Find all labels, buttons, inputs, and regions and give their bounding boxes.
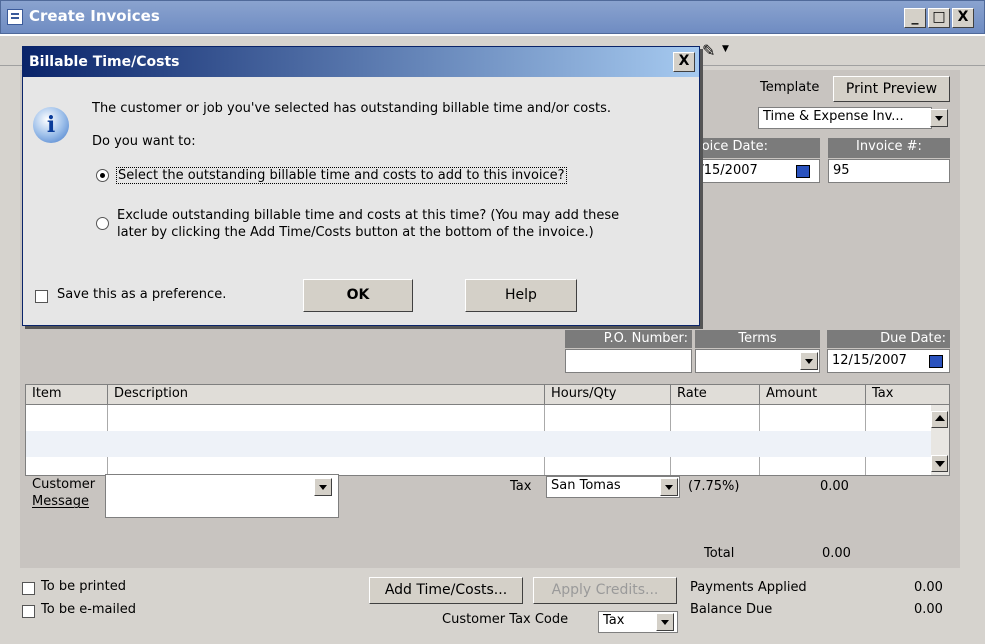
terms-label: Terms: [695, 330, 820, 348]
invoice-number-field[interactable]: 95: [828, 159, 950, 183]
payments-applied-value: 0.00: [914, 580, 943, 595]
help-button[interactable]: Help: [465, 279, 577, 312]
toolbar-tool-icon[interactable]: ✎: [702, 41, 715, 60]
calendar-icon[interactable]: [796, 165, 810, 178]
toolbar-dropdown-icon[interactable]: ▼: [722, 44, 729, 54]
po-number-label: P.O. Number:: [565, 330, 692, 348]
info-icon: i: [33, 107, 69, 143]
column-header-item[interactable]: Item: [26, 385, 108, 405]
tax-rate: (7.75%): [688, 479, 740, 494]
maximize-button[interactable]: □: [928, 8, 950, 28]
column-header-hours-qty[interactable]: Hours/Qty: [545, 385, 671, 405]
po-number-field[interactable]: [565, 349, 692, 373]
grid-scrollbar[interactable]: [931, 405, 949, 475]
template-dropdown-icon[interactable]: [930, 109, 948, 127]
tax-item-dropdown-icon[interactable]: [660, 478, 678, 496]
option-select-label[interactable]: Select the outstanding billable time and…: [116, 167, 567, 184]
tax-amount: 0.00: [820, 479, 849, 494]
customer-tax-code-dropdown-icon[interactable]: [656, 613, 674, 631]
balance-due-value: 0.00: [914, 602, 943, 617]
line-items-table[interactable]: Item Description Hours/Qty Rate Amount T…: [25, 384, 950, 476]
option-select-radio[interactable]: [96, 169, 109, 182]
customer-message-label: Customer Message: [32, 476, 95, 510]
column-header-tax[interactable]: Tax: [866, 385, 949, 405]
total-value: 0.00: [822, 546, 851, 561]
add-time-costs-button[interactable]: Add Time/Costs...: [369, 577, 523, 604]
template-label: Template: [760, 80, 820, 95]
to-be-printed-label: To be printed: [41, 579, 126, 594]
dialog-close-button[interactable]: X: [673, 52, 695, 72]
minimize-button[interactable]: _: [904, 8, 926, 28]
dialog-message: The customer or job you've selected has …: [92, 101, 611, 116]
payments-applied-label: Payments Applied: [690, 580, 807, 595]
table-row-alt[interactable]: [26, 431, 931, 457]
billable-time-costs-dialog: Billable Time/Costs X i The customer or …: [22, 46, 700, 326]
window-titlebar: Create Invoices _ □ X: [0, 0, 985, 34]
customer-message-field[interactable]: [105, 474, 339, 518]
total-label: Total: [704, 546, 735, 561]
customer-tax-code-label: Customer Tax Code: [442, 612, 569, 627]
option-exclude-label[interactable]: Exclude outstanding billable time and co…: [117, 207, 619, 241]
invoice-date-label: voice Date:: [690, 138, 820, 158]
to-be-printed-checkbox[interactable]: [22, 582, 35, 595]
column-header-rate[interactable]: Rate: [671, 385, 760, 405]
terms-dropdown-icon[interactable]: [800, 352, 818, 370]
window-title: Create Invoices: [29, 7, 160, 25]
save-preference-label: Save this as a preference.: [57, 287, 227, 302]
ok-button[interactable]: OK: [303, 279, 413, 312]
option-exclude-line1: Exclude outstanding billable time and co…: [117, 208, 620, 223]
invoice-window-icon: [7, 9, 23, 25]
to-be-emailed-checkbox[interactable]: [22, 605, 35, 618]
dialog-question: Do you want to:: [92, 134, 196, 149]
customer-message-label-line2: Message: [32, 494, 89, 509]
column-header-amount[interactable]: Amount: [760, 385, 866, 405]
option-exclude-radio[interactable]: [96, 217, 109, 230]
to-be-emailed-label: To be e-mailed: [41, 602, 136, 617]
due-date-label: Due Date:: [827, 330, 950, 348]
save-preference-checkbox[interactable]: [35, 290, 48, 303]
balance-due-label: Balance Due: [690, 602, 773, 617]
due-date-calendar-icon[interactable]: [929, 355, 943, 368]
scroll-down-icon[interactable]: [931, 455, 948, 472]
template-select[interactable]: Time & Expense Inv...: [758, 107, 932, 129]
customer-message-dropdown-icon[interactable]: [314, 478, 332, 496]
option-exclude-line2: later by clicking the Add Time/Costs but…: [117, 225, 594, 240]
apply-credits-button[interactable]: Apply Credits...: [533, 577, 677, 604]
column-header-description[interactable]: Description: [108, 385, 545, 405]
print-preview-button[interactable]: Print Preview: [833, 76, 950, 102]
invoice-number-label: Invoice #:: [828, 138, 950, 158]
close-button[interactable]: X: [952, 8, 974, 28]
tax-label: Tax: [510, 479, 532, 494]
scroll-up-icon[interactable]: [931, 411, 948, 428]
customer-message-label-line1: Customer: [32, 477, 96, 492]
dialog-title: Billable Time/Costs: [23, 47, 699, 77]
